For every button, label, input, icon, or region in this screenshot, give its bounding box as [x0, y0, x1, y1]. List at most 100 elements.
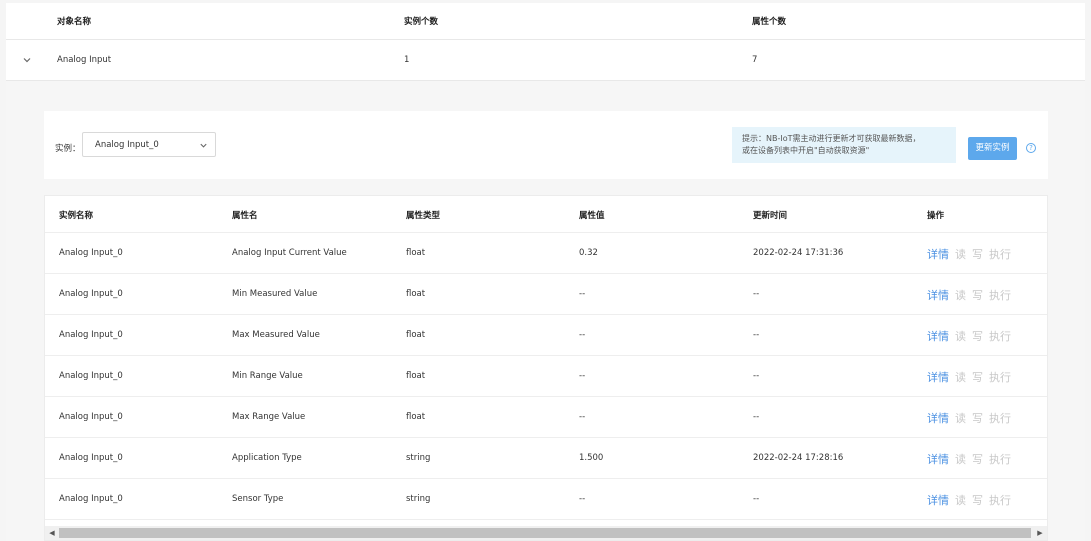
object-row[interactable]: Analog Input 1 7 — [6, 40, 1085, 81]
cell-attribute-name: Max Measured Value — [232, 330, 320, 340]
table-row: Analog Input_0 Max Range Value float -- -- 详情… — [45, 397, 1047, 438]
read-link: 读 — [955, 289, 966, 302]
header-object-name: 对象名称 — [57, 17, 92, 27]
header-update-time: 更新时间 — [753, 211, 788, 221]
instance-toolbar: 实例： Analog Input_0 提示：NB-IoT需主动进行更新才可获取最… — [44, 111, 1048, 179]
read-link: 读 — [955, 248, 966, 261]
object-table-header: 对象名称 实例个数 属性个数 — [6, 3, 1085, 40]
scroll-right-icon[interactable]: ▶ — [1035, 528, 1045, 538]
horizontal-scrollbar[interactable]: ◀ ▶ — [45, 526, 1047, 540]
cell-attribute-value: -- — [579, 330, 586, 340]
chevron-down-icon[interactable] — [22, 55, 32, 65]
cell-attribute-type: float — [406, 289, 426, 299]
read-link: 读 — [955, 412, 966, 425]
cell-attribute-value: -- — [579, 412, 586, 422]
detail-link[interactable]: 详情 — [927, 494, 949, 507]
detail-link[interactable]: 详情 — [927, 330, 949, 343]
header-operation: 操作 — [927, 211, 945, 221]
row-actions: 详情读写执行 — [927, 451, 1011, 467]
write-link: 写 — [972, 371, 983, 384]
cell-update-time: 2022-02-24 17:28:16 — [753, 453, 844, 463]
cell-update-time: -- — [753, 371, 760, 381]
header-attribute-type: 属性类型 — [406, 211, 441, 221]
update-instance-button[interactable]: 更新实例 — [968, 137, 1017, 160]
header-attribute-value: 属性值 — [579, 211, 605, 221]
header-instance-count: 实例个数 — [404, 17, 439, 27]
cell-attribute-name: Max Range Value — [232, 412, 306, 422]
write-link: 写 — [972, 289, 983, 302]
cell-instance-name: Analog Input_0 — [59, 453, 123, 463]
chevron-down-icon — [200, 143, 207, 148]
cell-attribute-type: float — [406, 248, 426, 258]
cell-instance-name: Analog Input_0 — [59, 412, 123, 422]
cell-instance-name: Analog Input_0 — [59, 494, 123, 504]
read-link: 读 — [955, 330, 966, 343]
attribute-table: 实例名称 属性名 属性类型 属性值 更新时间 操作 Analog Input_0… — [44, 195, 1048, 541]
cell-attribute-type: float — [406, 330, 426, 340]
row-actions: 详情读写执行 — [927, 287, 1011, 303]
cell-update-time: -- — [753, 289, 760, 299]
execute-link: 执行 — [989, 371, 1011, 384]
cell-attribute-name: Sensor Type — [232, 494, 284, 504]
cell-attribute-value: 0.32 — [579, 248, 598, 258]
execute-link: 执行 — [989, 412, 1011, 425]
instance-select[interactable]: Analog Input_0 — [82, 132, 216, 157]
cell-attribute-name: Min Range Value — [232, 371, 303, 381]
cell-attribute-value: -- — [579, 289, 586, 299]
table-row: Analog Input_0 Min Measured Value float -- -… — [45, 274, 1047, 315]
update-tip: 提示：NB-IoT需主动进行更新才可获取最新数据， 或在设备列表中开启"自动获取… — [732, 127, 956, 163]
cell-attribute-name: Application Type — [232, 453, 302, 463]
execute-link: 执行 — [989, 330, 1011, 343]
cell-attribute-type: float — [406, 371, 426, 381]
execute-link: 执行 — [989, 289, 1011, 302]
object-name: Analog Input — [57, 55, 112, 65]
cell-attribute-value: 1.500 — [579, 453, 604, 463]
header-instance-name: 实例名称 — [59, 211, 94, 221]
detail-link[interactable]: 详情 — [927, 453, 949, 466]
table-row: Analog Input_0 Application Type string 1.50… — [45, 438, 1047, 479]
cell-update-time: 2022-02-24 17:31:36 — [753, 248, 844, 258]
cell-instance-name: Analog Input_0 — [59, 330, 123, 340]
cell-attribute-type: string — [406, 453, 431, 463]
detail-link[interactable]: 详情 — [927, 371, 949, 384]
header-attribute-name: 属性名 — [232, 211, 258, 221]
row-actions: 详情读写执行 — [927, 410, 1011, 426]
cell-instance-name: Analog Input_0 — [59, 371, 123, 381]
write-link: 写 — [972, 453, 983, 466]
cell-attribute-value: -- — [579, 494, 586, 504]
update-tip-line1: 提示：NB-IoT需主动进行更新才可获取最新数据， — [742, 134, 921, 143]
execute-link: 执行 — [989, 453, 1011, 466]
row-actions: 详情读写执行 — [927, 328, 1011, 344]
cell-instance-name: Analog Input_0 — [59, 248, 123, 258]
cell-attribute-value: -- — [579, 371, 586, 381]
object-table: 对象名称 实例个数 属性个数 Analog Input 1 7 实例： Anal… — [6, 3, 1085, 541]
header-property-count: 属性个数 — [752, 17, 787, 27]
cell-update-time: -- — [753, 330, 760, 340]
cell-attribute-name: Analog Input Current Value — [232, 248, 347, 258]
write-link: 写 — [972, 248, 983, 261]
update-tip-line2: 或在设备列表中开启"自动获取资源" — [742, 146, 870, 155]
help-icon[interactable]: ? — [1026, 143, 1036, 153]
detail-link[interactable]: 详情 — [927, 248, 949, 261]
row-actions: 详情读写执行 — [927, 492, 1011, 508]
table-row: Analog Input_0 Analog Input Current Value… — [45, 233, 1047, 274]
read-link: 读 — [955, 453, 966, 466]
row-actions: 详情读写执行 — [927, 369, 1011, 385]
detail-link[interactable]: 详情 — [927, 289, 949, 302]
scroll-left-icon[interactable]: ◀ — [47, 528, 57, 538]
cell-update-time: -- — [753, 494, 760, 504]
scrollbar-thumb[interactable] — [59, 528, 1031, 538]
object-property-count: 7 — [752, 55, 758, 65]
detail-link[interactable]: 详情 — [927, 412, 949, 425]
cell-update-time: -- — [753, 412, 760, 422]
cell-instance-name: Analog Input_0 — [59, 289, 123, 299]
cell-attribute-type: float — [406, 412, 426, 422]
row-actions: 详情读写执行 — [927, 246, 1011, 262]
instance-label: 实例： — [55, 144, 81, 154]
write-link: 写 — [972, 494, 983, 507]
execute-link: 执行 — [989, 248, 1011, 261]
instance-select-value: Analog Input_0 — [95, 140, 159, 150]
object-instance-count: 1 — [404, 55, 410, 65]
table-row: Analog Input_0 Sensor Type string -- -- 详情读写执… — [45, 479, 1047, 520]
attribute-table-header: 实例名称 属性名 属性类型 属性值 更新时间 操作 — [45, 196, 1047, 233]
